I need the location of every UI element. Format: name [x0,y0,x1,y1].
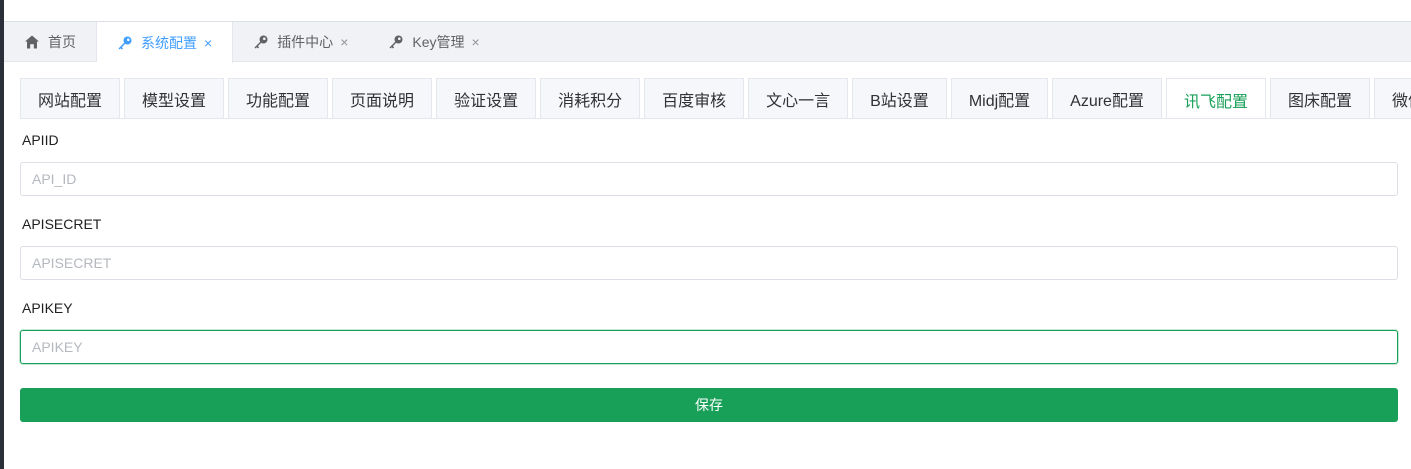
apiid-input[interactable] [20,162,1398,196]
field-label: APIKEY [22,300,73,316]
close-icon[interactable]: × [204,36,212,50]
page-tab-label: 插件中心 [277,34,334,50]
key-icon [117,35,133,51]
tab-page-description[interactable]: 页面说明 [332,78,433,118]
tab-azure-config[interactable]: Azure配置 [1052,78,1162,118]
tab-wechat[interactable]: 微信 [1374,78,1411,118]
page-tab-plugin-center[interactable]: 插件中心 × [233,22,368,62]
tab-consumption-points[interactable]: 消耗积分 [540,78,641,118]
tab-website-config[interactable]: 网站配置 [20,78,121,118]
tab-bilibili-settings[interactable]: B站设置 [852,78,947,118]
page-tab-label: 系统配置 [141,34,197,51]
key-icon [388,34,404,50]
key-icon [253,34,269,50]
page-tabs-bar: 首页 系统配置 × 插件中心 × Key管理 × [4,22,1411,63]
home-icon [24,34,40,50]
close-icon[interactable]: × [340,35,348,49]
field-label: APISECRET [22,216,102,232]
tab-image-host-config[interactable]: 图床配置 [1269,78,1370,118]
apisecret-input[interactable] [20,246,1398,280]
field-apisecret: APISECRET [20,214,1398,280]
field-apiid: APIID [20,130,1398,196]
config-tabs: 网站配置 模型设置 功能配置 页面说明 验证设置 消耗积分 百度审核 文心一言 … [20,78,1411,119]
tab-verification-settings[interactable]: 验证设置 [436,78,537,118]
tab-baidu-review[interactable]: 百度审核 [644,78,745,118]
xunfei-config-form: APIID APISECRET APIKEY 保存 [20,130,1398,422]
apikey-input[interactable] [20,330,1398,364]
left-edge-bar [0,0,4,469]
page-tab-system-config[interactable]: 系统配置 × [97,22,234,63]
tab-feature-config[interactable]: 功能配置 [228,78,329,118]
tab-wenxin-yiyan[interactable]: 文心一言 [748,78,849,118]
page-tab-label: 首页 [48,34,76,50]
tab-midj-config[interactable]: Midj配置 [950,78,1049,118]
page-tab-label: Key管理 [412,34,465,50]
page-tab-home[interactable]: 首页 [4,22,97,62]
page-tab-key-management[interactable]: Key管理 × [368,22,499,62]
save-button[interactable]: 保存 [20,388,1398,422]
tab-model-settings[interactable]: 模型设置 [124,78,225,118]
top-header-strip [4,0,1411,22]
field-apikey: APIKEY [20,298,1398,364]
close-icon[interactable]: × [472,35,480,49]
tab-xunfei-config[interactable]: 讯飞配置 [1165,78,1266,118]
field-label: APIID [22,132,59,148]
